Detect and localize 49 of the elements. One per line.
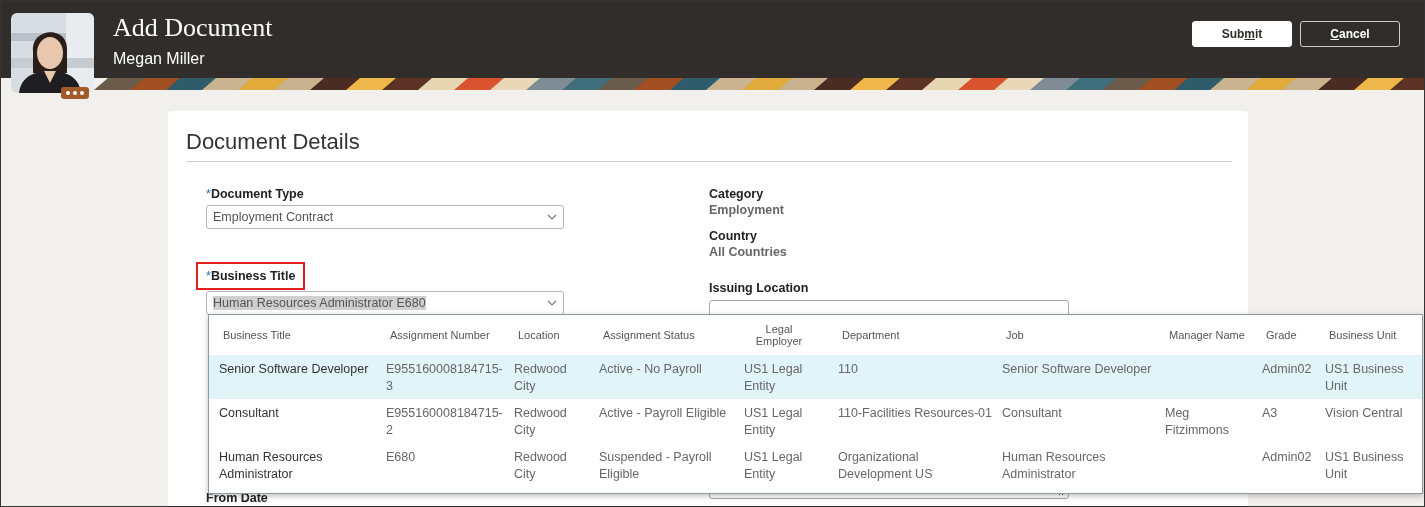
person-name: Megan Miller [113,49,206,69]
column-header: Business Title [222,329,292,341]
table-cell-text: Redwood City [514,405,568,439]
table-cell-text: Vision Central [1325,405,1404,422]
table-cell-text: US1 Business Unit [1325,449,1405,483]
table-cell-text: E955160008184715-3 [386,361,504,395]
column-header: Legal Employer [754,323,804,347]
table-cell-text: Consultant [219,405,280,422]
table-cell-text: Active - No Payroll [599,361,703,378]
table-cell-text: Human Resources Administrator [219,449,324,483]
field-label: Issuing Location [709,280,810,296]
field-label: Country [709,228,758,244]
table-cell-text: 110-Facilities Resources-01 [838,405,993,422]
column-header: Grade [1265,329,1298,341]
table-cell-text: Admin02 [1262,361,1313,378]
table-cell-text: E680 [386,449,417,466]
column-header: Manager Name [1168,329,1246,341]
table-cell-text: US1 Legal Entity [744,449,804,483]
field-label: *Business Title [206,268,296,284]
table-cell-text: 110 [838,361,859,378]
table-cell-text: Senior Software Developer [1002,361,1153,378]
field-value: All Countries [709,244,788,260]
table-cell-text: Meg Fitzimmons [1165,405,1230,439]
table-cell-text: US1 Business Unit [1325,361,1405,395]
table-cell-text: Senior Software Developer [219,361,370,378]
table-cell-text: Active - Payroll Eligible [599,405,728,422]
field-label: From Date [206,490,269,506]
table-cell-text: Redwood City [514,361,568,395]
page-title: Add Document [113,13,274,43]
column-header: Assignment Number [389,329,491,341]
column-header: Business Unit [1328,329,1398,341]
field-label: Category [709,186,765,202]
table-cell-text: Consultant [1002,405,1063,422]
table-cell-text: E955160008184715-2 [386,405,504,439]
table-cell-text: Suspended - Payroll Eligible [599,449,713,483]
table-cell-text: Redwood City [514,449,568,483]
table-cell-text: Admin02 [1262,449,1313,466]
section-title: Document Details [186,128,361,156]
table-cell-text: US1 Legal Entity [744,405,804,439]
table-cell-text: US1 Legal Entity [744,361,804,395]
column-header: Job [1005,329,1025,341]
field-value: Employment [709,202,785,218]
column-header: Location [517,329,561,341]
column-header: Department [841,329,901,341]
field-label: *Document Type [206,186,304,202]
table-cell-text: Organizational Development US [838,449,934,483]
table-cell-text: A3 [1262,405,1279,422]
table-cell-text: Human Resources Administrator [1002,449,1107,483]
column-header: Assignment Status [602,329,696,341]
